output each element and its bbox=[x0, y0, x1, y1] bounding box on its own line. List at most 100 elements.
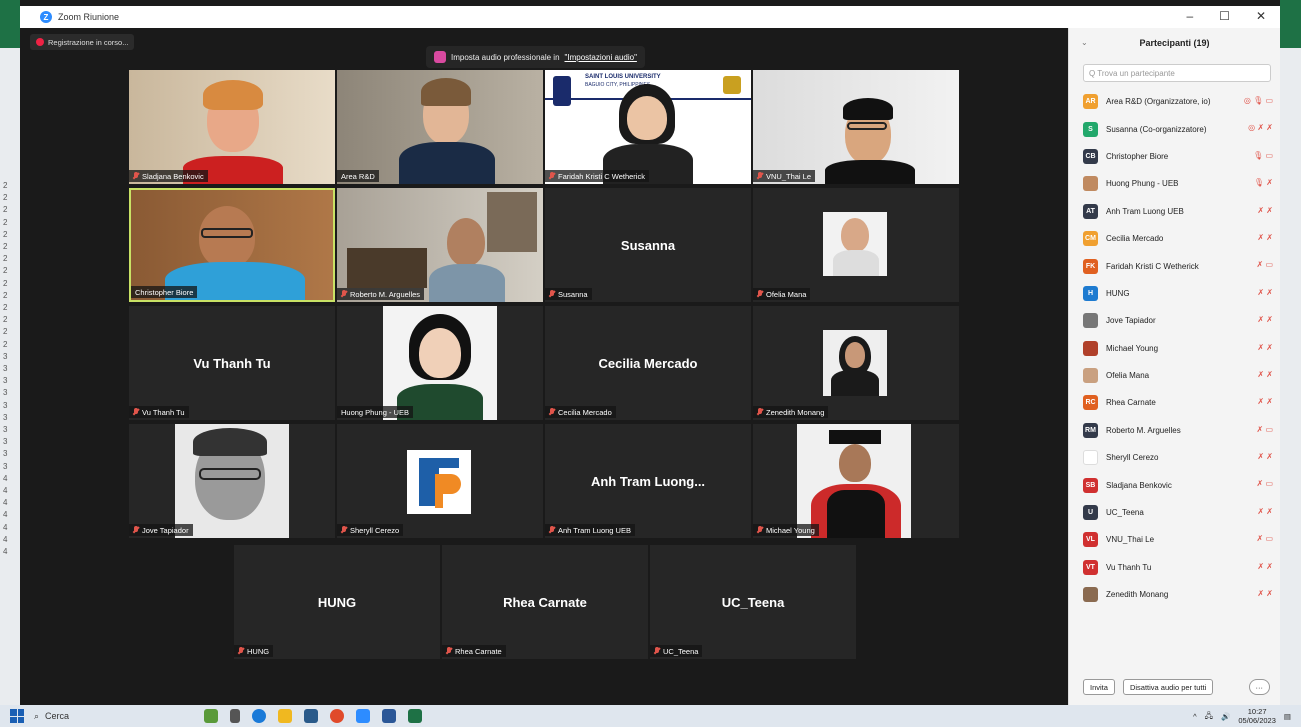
participant-row[interactable]: Ofelia Mana ✗ ✗ bbox=[1083, 362, 1275, 389]
video-tile[interactable]: Michael Young bbox=[753, 424, 959, 538]
participant-status-icons[interactable]: 🎙 ✗ bbox=[1254, 178, 1273, 187]
participant-status-icons[interactable]: ✗ ✗ bbox=[1257, 589, 1273, 598]
taskbar-clock[interactable]: 10:27 05/06/2023 bbox=[1238, 707, 1276, 725]
video-tile[interactable]: Rhea Carnate Rhea Carnate bbox=[442, 545, 648, 659]
video-tile[interactable]: Jove Tapiador bbox=[129, 424, 335, 538]
taskbar-search[interactable]: ⌕ Cerca bbox=[34, 711, 204, 722]
file-explorer-icon[interactable] bbox=[278, 709, 292, 723]
participant-search-input[interactable]: Q Trova un partecipante bbox=[1083, 64, 1271, 82]
zoom-taskbar-icon[interactable] bbox=[356, 709, 370, 723]
plant-widget-icon[interactable] bbox=[204, 709, 218, 723]
participant-row[interactable]: Huong Phung - UEB 🎙 ✗ bbox=[1083, 170, 1275, 197]
video-tile[interactable]: Zenedith Monang bbox=[753, 306, 959, 420]
participant-row[interactable]: CB Christopher Biore 🎙 ▭ bbox=[1083, 143, 1275, 170]
participant-name: Vu Thanh Tu bbox=[1106, 562, 1152, 572]
store-icon[interactable] bbox=[304, 709, 318, 723]
word-icon[interactable] bbox=[382, 709, 396, 723]
maximize-button[interactable]: ☐ bbox=[1219, 9, 1230, 23]
invite-button[interactable]: Invita bbox=[1083, 679, 1115, 695]
participant-status-icons[interactable]: ✗ ✗ bbox=[1257, 507, 1273, 516]
participant-status-icons[interactable]: ✗ ✗ bbox=[1257, 315, 1273, 324]
participant-status-icons[interactable]: ◎ ✗ ✗ bbox=[1248, 123, 1273, 132]
participant-name: Ofelia Mana bbox=[1106, 371, 1150, 381]
video-tile[interactable]: Sheryll Cerezo bbox=[337, 424, 543, 538]
video-tile[interactable]: UC_Teena UC_Teena bbox=[650, 545, 856, 659]
participant-row[interactable]: Sheryll Cerezo ✗ ✗ bbox=[1083, 444, 1275, 471]
participant-status-icons[interactable]: ✗ ▭ bbox=[1257, 479, 1273, 488]
participant-avatar: CM bbox=[1083, 231, 1098, 247]
edge-browser-icon[interactable] bbox=[252, 709, 266, 723]
tile-name-label: Zenedith Monang bbox=[753, 406, 829, 418]
participant-row[interactable]: VT Vu Thanh Tu ✗ ✗ bbox=[1083, 554, 1275, 581]
video-tile[interactable]: Cecilia Mercado Cecilia Mercado bbox=[545, 306, 751, 420]
participant-name-display: Anh Tram Luong... bbox=[590, 474, 706, 490]
participant-row[interactable]: H HUNG ✗ ✗ bbox=[1083, 280, 1275, 307]
more-options-button[interactable]: ··· bbox=[1248, 679, 1270, 695]
recording-indicator[interactable]: Registrazione in corso... bbox=[30, 34, 135, 50]
network-icon[interactable]: 🖧 bbox=[1205, 710, 1213, 723]
participant-row[interactable]: U UC_Teena ✗ ✗ bbox=[1083, 499, 1275, 526]
participant-status-icons[interactable]: ✗ ✗ bbox=[1257, 452, 1273, 461]
university-logo-icon bbox=[723, 76, 741, 94]
participant-status-icons[interactable]: ✗ ✗ bbox=[1257, 370, 1273, 379]
participant-status-icons[interactable]: 🎙 ▭ bbox=[1253, 151, 1273, 160]
participant-avatar bbox=[1083, 340, 1098, 356]
participant-status-icons[interactable]: ✗ ▭ bbox=[1257, 260, 1273, 269]
participant-row[interactable]: RM Roberto M. Arguelles ✗ ▭ bbox=[1083, 417, 1275, 444]
video-tile[interactable]: Susanna Susanna bbox=[545, 188, 751, 302]
participant-status-icons[interactable]: ✗ ✗ bbox=[1257, 562, 1273, 571]
video-tile[interactable]: HUNG HUNG bbox=[234, 545, 440, 659]
tile-name-label: Christopher Biore bbox=[131, 286, 198, 298]
participant-status-icons[interactable]: ✗ ✗ bbox=[1257, 343, 1273, 352]
participant-status-icons[interactable]: ✗ ✗ bbox=[1257, 206, 1273, 215]
tile-name-label: UC_Teena bbox=[650, 645, 703, 657]
tile-name-label: VNU_Thai Le bbox=[753, 170, 816, 182]
participant-avatar bbox=[1083, 313, 1098, 329]
participant-row[interactable]: VL VNU_Thai Le ✗ ▭ bbox=[1083, 526, 1275, 553]
participant-row[interactable]: Zenedith Monang ✗ ✗ bbox=[1083, 581, 1275, 608]
zoom-logo-icon: Z bbox=[40, 11, 52, 23]
audio-settings-link[interactable]: "Impostazioni audio" bbox=[565, 53, 637, 62]
participant-status-icons[interactable]: ✗ ✗ bbox=[1257, 397, 1273, 406]
notification-icon[interactable]: ▤ bbox=[1284, 712, 1291, 721]
video-tile[interactable]: VNU_Thai Le bbox=[753, 70, 959, 184]
windows-start-icon[interactable] bbox=[10, 709, 24, 723]
participant-name: Cecilia Mercado bbox=[1106, 234, 1164, 244]
chrome-icon[interactable] bbox=[330, 709, 344, 723]
mic-muted-icon bbox=[757, 290, 763, 298]
participant-status-icons[interactable]: ✗ ▭ bbox=[1257, 425, 1273, 434]
video-tile[interactable]: Huong Phung - UEB bbox=[337, 306, 543, 420]
task-view-icon[interactable] bbox=[230, 709, 240, 723]
participant-status-icons[interactable]: ✗ ▭ bbox=[1257, 534, 1273, 543]
participant-row[interactable]: AR Area R&D (Organizzatore, io) ◎ 🎙 ▭ bbox=[1083, 88, 1275, 115]
participant-row[interactable]: AT Anh Tram Luong UEB ✗ ✗ bbox=[1083, 198, 1275, 225]
volume-icon[interactable]: 🔊 bbox=[1221, 712, 1230, 721]
university-seal-icon bbox=[553, 76, 571, 106]
excel-icon[interactable] bbox=[408, 709, 422, 723]
participant-status-icons[interactable]: ◎ 🎙 ▭ bbox=[1244, 96, 1273, 105]
participant-row[interactable]: FK Faridah Kristi C Wetherick ✗ ▭ bbox=[1083, 252, 1275, 279]
mute-all-button[interactable]: Disattiva audio per tutti bbox=[1122, 679, 1214, 695]
video-tile-active-speaker[interactable]: Christopher Biore bbox=[129, 188, 335, 302]
participant-row[interactable]: CM Cecilia Mercado ✗ ✗ bbox=[1083, 225, 1275, 252]
participant-row[interactable]: Michael Young ✗ ✗ bbox=[1083, 335, 1275, 362]
participant-row[interactable]: SB Sladjana Benkovic ✗ ▭ bbox=[1083, 471, 1275, 498]
participant-name: Rhea Carnate bbox=[1106, 398, 1156, 408]
video-tile[interactable]: Ofelia Mana bbox=[753, 188, 959, 302]
participant-status-icons[interactable]: ✗ ✗ bbox=[1257, 288, 1273, 297]
participant-avatar bbox=[1083, 587, 1098, 603]
video-tile[interactable]: Sladjana Benkovic bbox=[129, 70, 335, 184]
audio-banner[interactable]: Imposta audio professionale in "Impostaz… bbox=[426, 46, 645, 68]
video-tile[interactable]: Area R&D bbox=[337, 70, 543, 184]
video-tile[interactable]: Vu Thanh Tu Vu Thanh Tu bbox=[129, 306, 335, 420]
video-tile[interactable]: Anh Tram Luong... Anh Tram Luong UEB bbox=[545, 424, 751, 538]
participant-row[interactable]: RC Rhea Carnate ✗ ✗ bbox=[1083, 389, 1275, 416]
minimize-button[interactable]: – bbox=[1186, 9, 1193, 23]
participant-status-icons[interactable]: ✗ ✗ bbox=[1257, 233, 1273, 242]
participant-row[interactable]: Jove Tapiador ✗ ✗ bbox=[1083, 307, 1275, 334]
tray-chevron-icon[interactable]: ^ bbox=[1193, 712, 1197, 721]
participant-row[interactable]: S Susanna (Co-organizzatore) ◎ ✗ ✗ bbox=[1083, 115, 1275, 142]
video-tile[interactable]: Roberto M. Arguelles bbox=[337, 188, 543, 302]
video-tile[interactable]: SAINT LOUIS UNIVERSITY BAGUIO CITY, PHIL… bbox=[545, 70, 751, 184]
close-button[interactable]: ✕ bbox=[1256, 9, 1266, 23]
